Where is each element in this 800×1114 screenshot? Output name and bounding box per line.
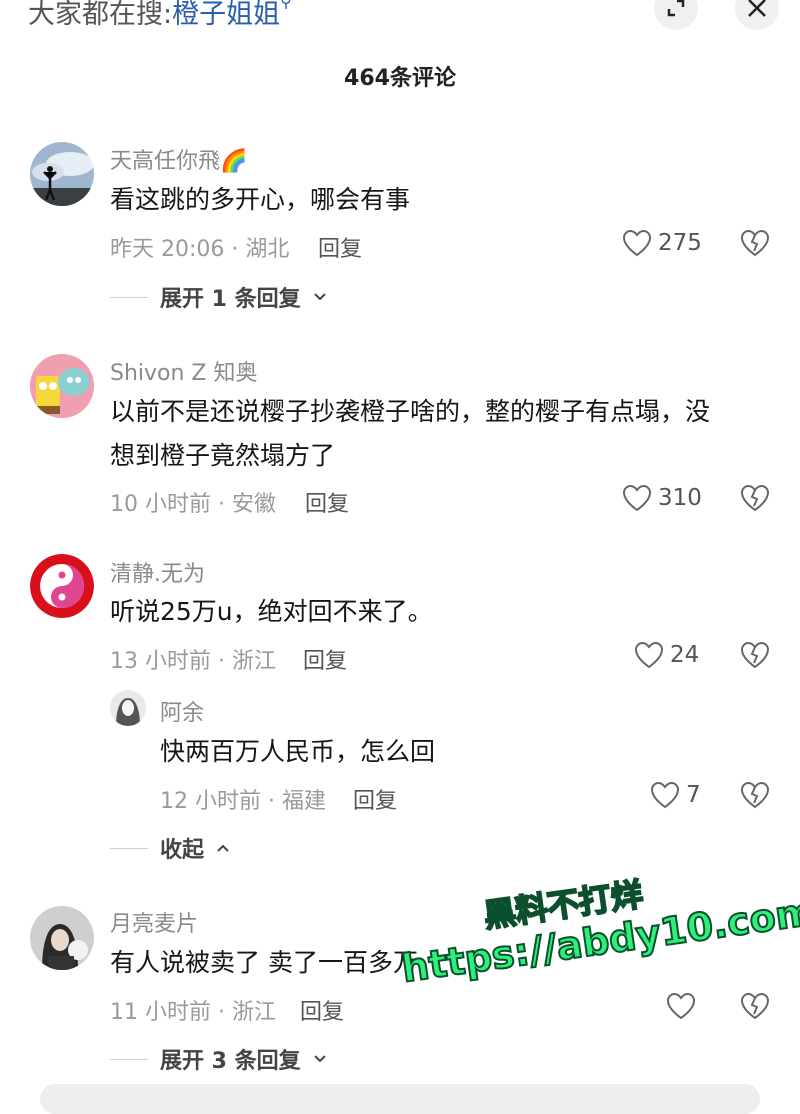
expand-replies[interactable]: 展开 3 条回复 [110, 1043, 327, 1075]
comment-meta: 11 小时前 · 浙江 [110, 1000, 276, 1025]
search-suggestion[interactable]: 大家都在搜:橙子姐姐⚲ [28, 0, 292, 31]
comment-meta: 10 小时前 · 安徽 [110, 492, 276, 517]
close-icon [748, 0, 766, 17]
heart-icon [650, 781, 680, 809]
expand-button[interactable] [654, 0, 698, 30]
heart-icon [622, 484, 652, 512]
reply-button[interactable]: 回复 [303, 643, 347, 675]
comment-meta: 13 小时前 · 浙江 [110, 649, 276, 674]
like-count: 310 [658, 485, 702, 511]
chevron-up-icon [217, 844, 229, 852]
reply-meta: 12 小时前 · 福建 [160, 789, 326, 814]
like-count: 24 [670, 642, 700, 668]
heart-icon [622, 229, 652, 257]
dislike-button[interactable] [740, 992, 770, 1024]
comment-text: 听说25万u，绝对回不来了。 [110, 597, 433, 626]
like-button[interactable]: 275 [622, 229, 702, 257]
expand-replies-label: 展开 3 条回复 [160, 1049, 301, 1074]
heart-icon [666, 992, 696, 1020]
dislike-button[interactable] [740, 229, 770, 261]
reply-username[interactable]: 阿余 [160, 695, 204, 727]
comment-username[interactable]: 月亮麦片 [110, 906, 198, 938]
divider [110, 847, 148, 849]
reply-button[interactable]: 回复 [305, 486, 349, 518]
comment-username[interactable]: 天高任你飛🌈 [110, 143, 247, 175]
comment-text-line: 以前不是还说樱子抄袭橙子啥的，整的樱子有点塌，没 [110, 397, 711, 426]
dislike-button[interactable] [740, 484, 770, 516]
avatar[interactable] [30, 142, 94, 206]
reply-button[interactable]: 回复 [353, 783, 397, 815]
search-prefix: 大家都在搜: [28, 0, 173, 30]
like-button[interactable]: 7 [650, 781, 701, 809]
reply-text: 快两百万人民币，怎么回 [160, 737, 436, 766]
like-count: 275 [658, 230, 702, 256]
expand-replies-label: 展开 1 条回复 [160, 287, 301, 312]
reply-button[interactable]: 回复 [300, 994, 344, 1026]
like-count: 7 [686, 782, 701, 808]
broken-heart-icon [740, 229, 770, 257]
expand-icon [667, 0, 685, 17]
close-button[interactable] [735, 0, 779, 30]
comment-username[interactable]: 清静.无为 [110, 556, 205, 588]
comment-input-bar[interactable] [40, 1084, 760, 1114]
collapse-replies[interactable]: 收起 [110, 832, 230, 864]
like-button[interactable] [666, 992, 696, 1020]
comment-username[interactable]: Shivon Z 知奥 [110, 355, 258, 387]
like-button[interactable]: 310 [622, 484, 702, 512]
avatar[interactable] [110, 690, 146, 726]
comment-count: 464条评论 [344, 66, 456, 91]
broken-heart-icon [740, 484, 770, 512]
broken-heart-icon [740, 781, 770, 809]
dislike-button[interactable] [740, 781, 770, 813]
comment-text: 看这跳的多开心，哪会有事 [110, 185, 411, 214]
reply-button[interactable]: 回复 [318, 231, 362, 263]
search-keyword[interactable]: 橙子姐姐 [172, 0, 280, 30]
broken-heart-icon [740, 992, 770, 1020]
divider [110, 296, 148, 298]
avatar[interactable] [30, 554, 94, 618]
dislike-button[interactable] [740, 641, 770, 673]
comment-meta: 昨天 20:06 · 湖北 [110, 237, 290, 262]
comment-text-line: 想到橙子竟然塌方了 [110, 441, 336, 470]
comment-text: 有人说被卖了 卖了一百多万 [110, 948, 418, 977]
avatar[interactable] [30, 906, 94, 970]
collapse-label: 收起 [160, 838, 205, 863]
search-icon: ⚲ [280, 0, 292, 11]
avatar[interactable] [30, 354, 94, 418]
chevron-down-icon [313, 1055, 326, 1063]
chevron-down-icon [313, 293, 326, 301]
heart-icon [634, 641, 664, 669]
expand-replies[interactable]: 展开 1 条回复 [110, 281, 327, 313]
like-button[interactable]: 24 [634, 641, 699, 669]
divider [110, 1058, 148, 1060]
broken-heart-icon [740, 641, 770, 669]
